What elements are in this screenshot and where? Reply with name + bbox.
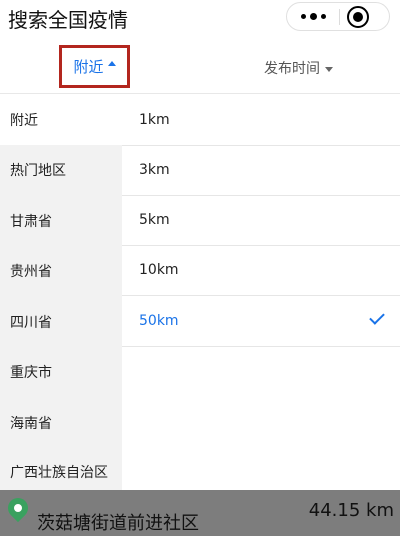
capsule-divider	[339, 9, 340, 25]
sidebar-item-gansu[interactable]: 甘肃省	[0, 196, 122, 246]
region-sidebar: 附近 热门地区 甘肃省 贵州省 四川省 重庆市 海南省 广西壮族自治区	[0, 95, 122, 495]
sidebar-item-label: 附近	[10, 113, 38, 129]
distance-option-3km[interactable]: 3km	[122, 145, 400, 196]
distance-option-50km[interactable]: 50km	[122, 296, 400, 347]
tab-publish-time-label: 发布时间	[264, 61, 320, 77]
distance-option-label: 10km	[139, 262, 179, 278]
tab-nearby-label: 附近	[73, 58, 104, 76]
distance-option-label: 5km	[139, 212, 170, 228]
distance-option-10km[interactable]: 10km	[122, 245, 400, 296]
location-name: 茨菇塘街道前进社区	[37, 513, 199, 534]
sidebar-item-sichuan[interactable]: 四川省	[0, 297, 122, 347]
distance-option-5km[interactable]: 5km	[122, 195, 400, 246]
more-icon[interactable]	[287, 3, 339, 30]
current-location-bar[interactable]: 茨菇塘街道前进社区 44.15 km	[0, 490, 400, 536]
title-bar: 搜索全国疫情	[0, 0, 400, 36]
distance-option-label: 50km	[139, 313, 179, 329]
sidebar-item-nearby[interactable]: 附近	[0, 95, 122, 145]
target-close-icon[interactable]	[347, 6, 369, 28]
sidebar-item-label: 海南省	[10, 416, 52, 432]
sidebar-item-guizhou[interactable]: 贵州省	[0, 246, 122, 296]
sidebar-item-label: 广西壮族自治区	[10, 465, 108, 481]
sidebar-item-hot[interactable]: 热门地区	[0, 145, 122, 195]
sidebar-item-guangxi[interactable]: 广西壮族自治区	[0, 447, 122, 495]
location-pin-icon	[3, 493, 33, 523]
triangle-down-icon	[325, 66, 333, 72]
filter-bar: 附近 发布时间	[0, 36, 400, 94]
sidebar-item-chongqing[interactable]: 重庆市	[0, 347, 122, 397]
miniapp-capsule	[286, 2, 390, 31]
sidebar-item-label: 甘肃省	[10, 214, 52, 230]
distance-option-1km[interactable]: 1km	[122, 95, 400, 146]
sidebar-item-label: 热门地区	[10, 163, 66, 179]
distance-option-label: 3km	[139, 162, 170, 178]
checkmark-icon	[369, 309, 385, 325]
page-title: 搜索全国疫情	[8, 8, 128, 32]
tab-publish-time[interactable]: 发布时间	[264, 58, 333, 78]
triangle-up-icon	[107, 61, 116, 66]
sidebar-item-label: 四川省	[10, 315, 52, 331]
tab-nearby[interactable]: 附近	[59, 45, 130, 88]
sidebar-item-label: 贵州省	[10, 264, 52, 280]
distance-option-label: 1km	[139, 112, 170, 128]
location-distance: 44.15 km	[308, 500, 394, 521]
sidebar-item-hainan[interactable]: 海南省	[0, 398, 122, 448]
sidebar-item-label: 重庆市	[10, 365, 52, 381]
